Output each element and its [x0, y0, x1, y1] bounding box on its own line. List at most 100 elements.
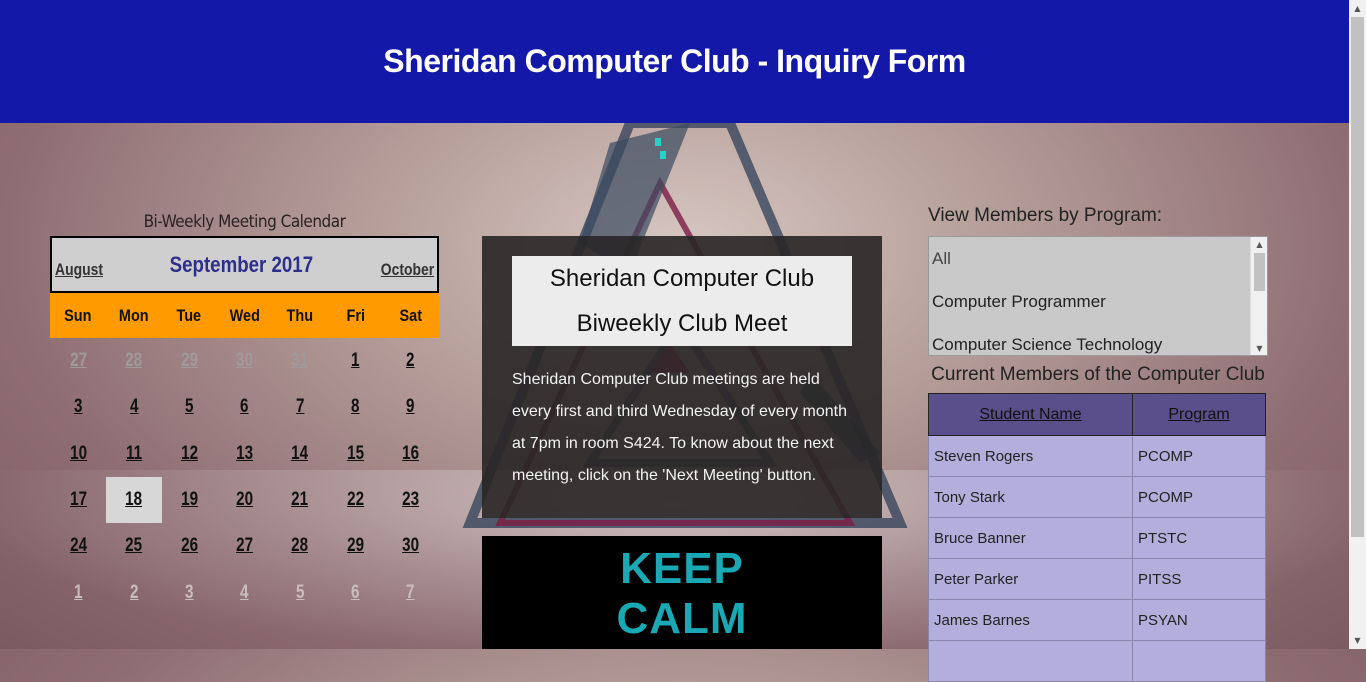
weekday-label: Wed: [229, 305, 260, 325]
calendar-day[interactable]: 6: [217, 384, 272, 430]
members-table: Student Name Program Steven Rogers PCOMP…: [928, 393, 1266, 682]
weekday-label: Mon: [118, 305, 149, 325]
calendar-day-number: 23: [401, 489, 419, 511]
calendar-day-number: 10: [70, 442, 88, 464]
meeting-info-panel: Sheridan Computer Club Biweekly Club Mee…: [482, 236, 882, 518]
calendar-day[interactable]: 6: [327, 569, 382, 615]
calendar-day[interactable]: 3: [162, 569, 217, 615]
poster-line2: CALM: [616, 594, 748, 643]
page-header: Sheridan Computer Club - Inquiry Form: [0, 0, 1349, 123]
calendar-day[interactable]: 7: [383, 569, 438, 615]
poster-line1: KEEP: [620, 544, 744, 593]
calendar-day[interactable]: 28: [272, 523, 327, 569]
calendar-day[interactable]: 23: [383, 477, 438, 523]
calendar-day[interactable]: 2: [106, 569, 161, 615]
program-cell: PCOMP: [1132, 435, 1266, 477]
program-column-header[interactable]: Program: [1132, 393, 1266, 436]
calendar-day[interactable]: 4: [106, 384, 161, 430]
calendar-day[interactable]: 16: [383, 431, 438, 477]
calendar-day[interactable]: 22: [327, 477, 382, 523]
program-cell: PTSTC: [1132, 517, 1266, 559]
calendar-day[interactable]: 27: [217, 523, 272, 569]
calendar-day-number: 30: [401, 535, 419, 557]
calendar-day-number: 31: [291, 350, 309, 372]
page-scroll-down-arrow-icon[interactable]: ▼: [1349, 632, 1366, 649]
calendar-day-number: 22: [346, 489, 364, 511]
calendar-day[interactable]: 29: [327, 523, 382, 569]
calendar-day[interactable]: 9: [383, 384, 438, 430]
student-name-cell: Peter Parker: [928, 558, 1133, 600]
program-option-computer-science-technology[interactable]: Computer Science Technology: [929, 323, 1267, 355]
calendar-day-number: 6: [350, 581, 360, 603]
calendar-day-number: 7: [406, 581, 415, 603]
calendar-day[interactable]: 15: [327, 431, 382, 477]
calendar-day[interactable]: 10: [51, 431, 106, 477]
weekday-label: Thu: [286, 305, 314, 325]
calendar-day-number: 21: [291, 489, 309, 511]
student-name-cell: Steven Rogers: [928, 435, 1133, 477]
meeting-info-text: Sheridan Computer Club meetings are held…: [512, 371, 847, 484]
calendar-day[interactable]: 7: [272, 384, 327, 430]
calendar-header: August September 2017 October: [50, 236, 439, 293]
calendar-day[interactable]: 8: [327, 384, 382, 430]
calendar-day[interactable]: 29: [162, 338, 217, 384]
calendar-day[interactable]: 5: [162, 384, 217, 430]
calendar-day-number: 20: [236, 489, 253, 511]
calendar-day[interactable]: 30: [383, 523, 438, 569]
program-filter-listbox[interactable]: All Computer Programmer Computer Science…: [928, 236, 1268, 356]
calendar-day[interactable]: 27: [51, 338, 106, 384]
calendar-day[interactable]: 5: [272, 569, 327, 615]
table-row: Peter Parker PITSS: [928, 558, 1266, 600]
keep-calm-poster: KEEP CALM: [482, 536, 882, 649]
calendar-day-number: 8: [350, 396, 360, 418]
calendar-caption: Bi-Weekly Meeting Calendar: [143, 212, 346, 232]
calendar-day-number: 25: [125, 535, 143, 557]
page-scroll-up-arrow-icon[interactable]: ▲: [1349, 0, 1366, 17]
prev-month-link[interactable]: August: [55, 260, 103, 280]
next-month-link[interactable]: October: [381, 260, 434, 280]
calendar-day-number: 14: [291, 442, 309, 464]
calendar-day[interactable]: 2: [383, 338, 438, 384]
weekday-label: Sat: [399, 305, 423, 325]
calendar-day[interactable]: 21: [272, 477, 327, 523]
calendar-day-number: 24: [70, 535, 88, 557]
table-row: Steven Rogers PCOMP: [928, 435, 1266, 477]
calendar-day-number: 18: [125, 489, 143, 511]
calendar-day[interactable]: 30: [217, 338, 272, 384]
program-option-computer-programmer[interactable]: Computer Programmer: [929, 280, 1267, 323]
calendar-day[interactable]: 17: [51, 477, 106, 523]
calendar-day[interactable]: 12: [162, 431, 217, 477]
calendar-day[interactable]: 13: [217, 431, 272, 477]
calendar-day-number: 2: [406, 350, 415, 372]
scroll-down-arrow-icon[interactable]: ▼: [1251, 341, 1267, 355]
weekday-label: Fri: [346, 305, 365, 325]
listbox-scroll-thumb[interactable]: [1254, 253, 1265, 291]
calendar-day[interactable]: 20: [217, 477, 272, 523]
program-cell: [1132, 640, 1266, 682]
calendar-day[interactable]: 1: [51, 569, 106, 615]
scroll-up-arrow-icon[interactable]: ▲: [1251, 237, 1267, 251]
calendar-day-grid: 27 28 29 30 31 1 2 3 4 5 6 7 8 9 10 11 12 13 14 15 16 17 18 19 2…: [51, 338, 438, 616]
calendar-day[interactable]: 11: [106, 431, 161, 477]
calendar-day[interactable]: 4: [217, 569, 272, 615]
program-cell: PSYAN: [1132, 599, 1266, 641]
listbox-scrollbar[interactable]: ▲ ▼: [1250, 237, 1267, 355]
calendar-day[interactable]: 28: [106, 338, 161, 384]
calendar-day[interactable]: 24: [51, 523, 106, 569]
calendar-day[interactable]: 1: [327, 338, 382, 384]
calendar-day[interactable]: 19: [162, 477, 217, 523]
table-row: James Barnes PSYAN: [928, 599, 1266, 641]
calendar-day[interactable]: 3: [51, 384, 106, 430]
calendar-day-number: 6: [240, 396, 249, 418]
calendar-day-number: 9: [406, 396, 415, 418]
program-option-all[interactable]: All: [929, 237, 1267, 280]
calendar-day-today[interactable]: 18: [106, 476, 162, 524]
calendar-day[interactable]: 26: [162, 523, 217, 569]
student-name-column-header[interactable]: Student Name: [928, 393, 1133, 436]
page-scrollbar[interactable]: ▲ ▼: [1349, 0, 1366, 649]
page-scroll-thumb[interactable]: [1351, 17, 1364, 537]
calendar-day[interactable]: 31: [272, 338, 327, 384]
page-title: Sheridan Computer Club - Inquiry Form: [383, 43, 966, 79]
calendar-day[interactable]: 25: [106, 523, 161, 569]
calendar-day[interactable]: 14: [272, 431, 327, 477]
